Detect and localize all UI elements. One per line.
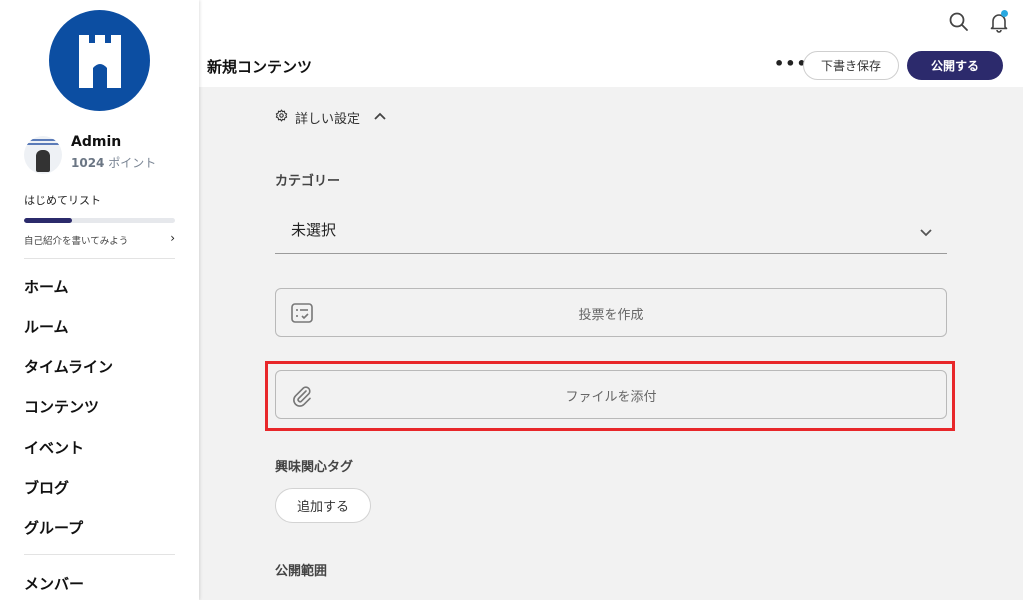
interest-tags-label: 興味関心タグ bbox=[275, 460, 354, 475]
visibility-label: 公開範囲 bbox=[275, 564, 328, 579]
search-icon[interactable] bbox=[948, 11, 970, 33]
user-name: Admin bbox=[71, 134, 122, 150]
progress-fill bbox=[24, 218, 73, 223]
main-content: 詳しい設定 カテゴリー 未選択 投票を作成 ファイルを添付 興味関心タグ 追加す… bbox=[199, 87, 1023, 600]
avatar[interactable] bbox=[24, 136, 62, 174]
nav-item-home[interactable]: ホーム bbox=[24, 276, 69, 297]
chevron-up-icon bbox=[373, 110, 387, 125]
page-title: 新規コンテンツ bbox=[207, 58, 313, 76]
highlight-box bbox=[265, 361, 955, 431]
create-poll-button[interactable]: 投票を作成 bbox=[275, 288, 947, 337]
nav-item-blog[interactable]: ブログ bbox=[24, 477, 69, 498]
nav-item-members[interactable]: メンバー bbox=[24, 573, 84, 594]
gear-icon bbox=[275, 109, 288, 126]
nav-item-rooms[interactable]: ルーム bbox=[24, 316, 69, 337]
castle-logo[interactable] bbox=[49, 10, 150, 111]
checklist-title[interactable]: はじめてリスト bbox=[24, 192, 101, 208]
nav-item-events[interactable]: イベント bbox=[24, 437, 84, 458]
sidebar-divider bbox=[24, 554, 175, 555]
category-select[interactable]: 未選択 bbox=[275, 211, 947, 254]
chevron-right-icon: › bbox=[170, 231, 175, 245]
nav-item-timeline[interactable]: タイムライン bbox=[24, 356, 113, 377]
nav-item-groups[interactable]: グループ bbox=[24, 517, 83, 538]
publish-button[interactable]: 公開する bbox=[907, 51, 1003, 80]
nav-item-contents[interactable]: コンテンツ bbox=[24, 396, 99, 417]
sidebar-divider bbox=[24, 258, 175, 259]
next-step-label: 自己紹介を書いてみよう bbox=[24, 236, 129, 247]
create-poll-label: 投票を作成 bbox=[578, 308, 644, 323]
notification-dot bbox=[1001, 10, 1008, 17]
checklist-next-step[interactable]: 自己紹介を書いてみよう › bbox=[24, 231, 175, 247]
user-profile[interactable]: Admin 1024 ポイント bbox=[24, 132, 194, 174]
advanced-settings-label: 詳しい設定 bbox=[295, 112, 361, 127]
user-points: 1024 ポイント bbox=[71, 154, 156, 171]
chevron-down-icon bbox=[919, 223, 933, 242]
save-draft-button[interactable]: 下書き保存 bbox=[803, 51, 899, 80]
add-tag-button[interactable]: 追加する bbox=[275, 488, 371, 523]
points-unit: ポイント bbox=[108, 156, 157, 170]
category-value: 未選択 bbox=[291, 221, 337, 239]
category-label: カテゴリー bbox=[275, 174, 341, 189]
top-bar: 新規コンテンツ ••• 下書き保存 公開する bbox=[199, 0, 1023, 87]
advanced-settings-toggle[interactable]: 詳しい設定 bbox=[275, 108, 387, 127]
checklist-progress-bar bbox=[24, 218, 175, 223]
sidebar: Admin 1024 ポイント はじめてリスト 自己紹介を書いてみよう › ホー… bbox=[0, 0, 199, 600]
points-value: 1024 bbox=[71, 156, 105, 170]
